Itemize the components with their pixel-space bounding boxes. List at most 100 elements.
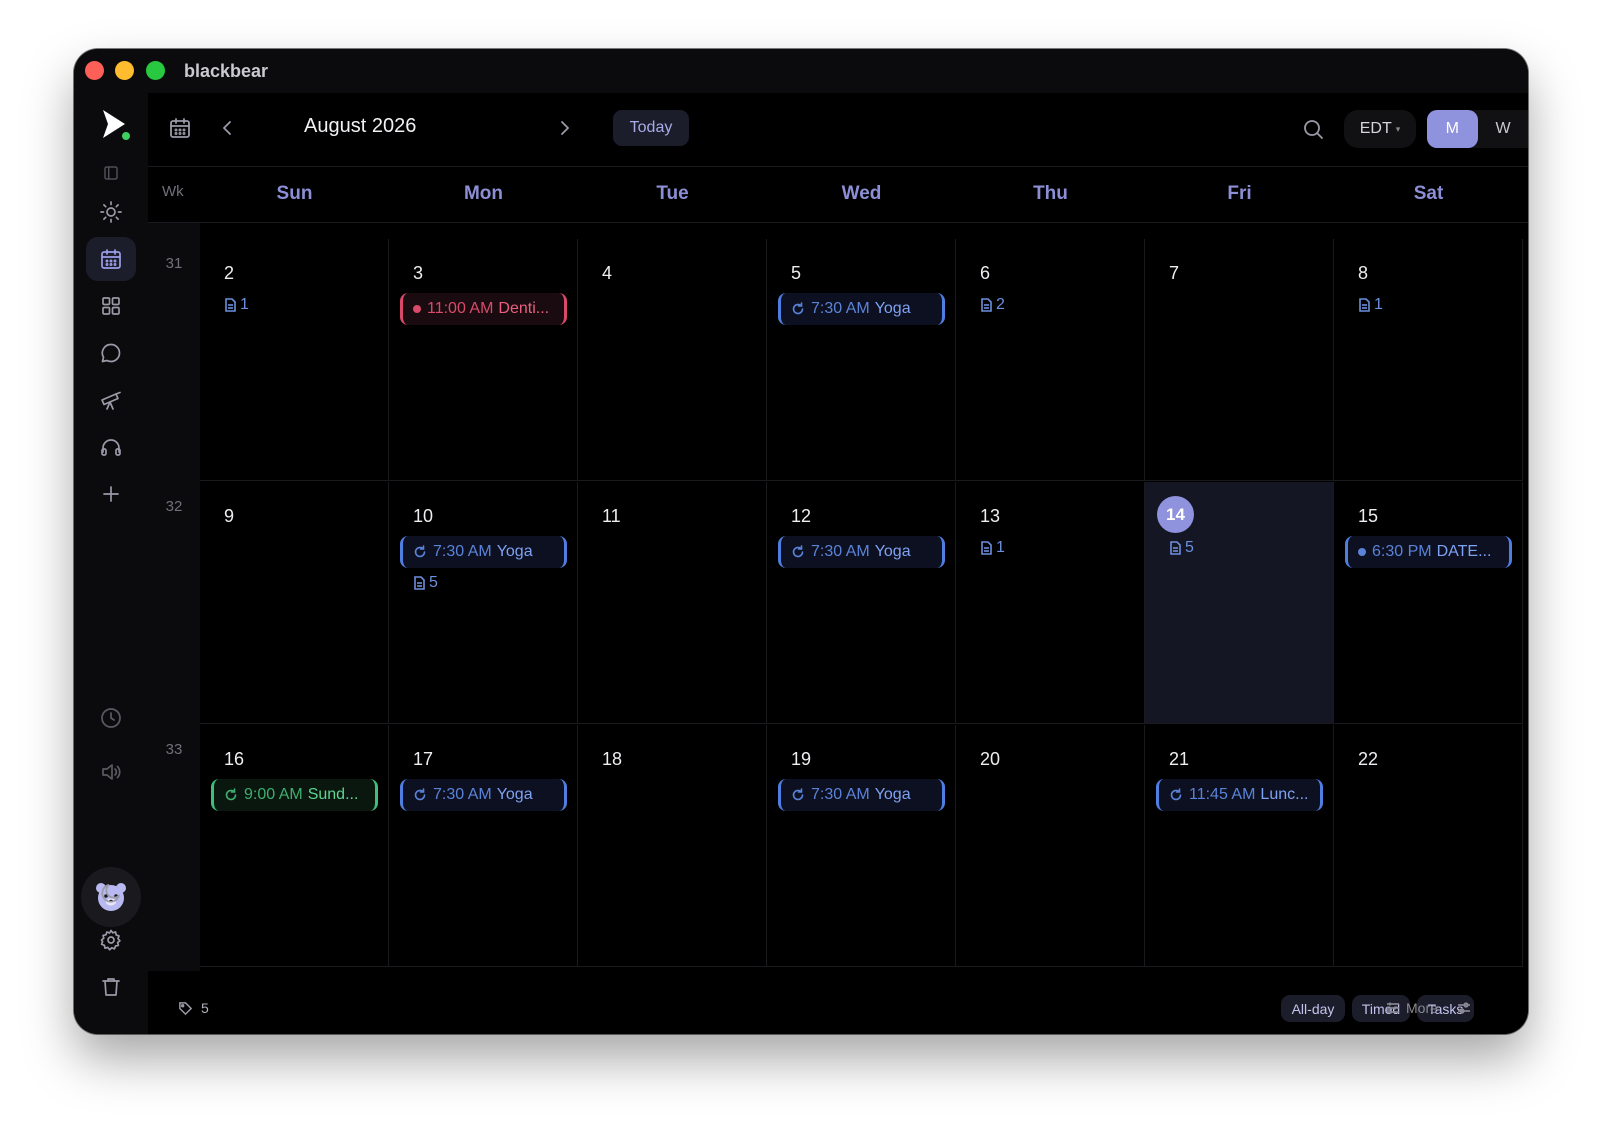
day-cell[interactable]: 22 [1334,725,1523,967]
date-number: 9 [224,506,235,526]
sidebar-item-today[interactable] [86,190,136,234]
day-cell[interactable]: 14 5 [1145,482,1334,724]
calendar-main: August 2026 Today EDT ▾ M W D Wk Sun Mon… [148,93,1528,1034]
dow-thu: Thu [1033,183,1068,204]
notes-count[interactable]: 5 [413,574,438,592]
mini-calendar-button[interactable] [168,116,192,140]
zoom-window-button[interactable] [146,61,165,80]
sidebar-item-calendar[interactable] [86,237,136,281]
event-chip[interactable]: 7:30 AM Yoga [778,779,945,811]
sidebar-item-chat[interactable] [86,331,136,375]
dow-tue: Tue [656,183,689,204]
previous-month-button[interactable] [218,118,238,138]
repeat-icon [791,788,805,802]
sidebar-item-apps[interactable] [86,284,136,328]
date-number: 4 [602,263,613,283]
day-cell[interactable]: 12 7:30 AM Yoga [767,482,956,724]
filter-all-day[interactable]: All-day [1281,995,1345,1022]
event-chip[interactable]: 7:30 AM Yoga [778,536,945,568]
notes-count[interactable]: 2 [980,296,1005,314]
day-cell[interactable]: 62 [956,239,1145,481]
tag-count-label: 5 [201,1000,209,1016]
display-options-button[interactable] [1457,1001,1471,1020]
day-cell[interactable]: 10 7:30 AM Yoga 5 [389,482,578,724]
grid-icon [102,297,120,315]
notes-count-label: 1 [996,539,1005,556]
day-cell[interactable]: 7 [1145,239,1334,481]
day-cell[interactable]: 15 6:30 PM DATE... [1334,482,1523,724]
date-number: 10 [413,506,434,526]
day-cell[interactable]: 3 11:00 AM Denti... [389,239,578,481]
event-dot-icon [413,305,421,313]
event-chip[interactable]: 9:00 AM Sund... [211,779,378,811]
notes-count[interactable]: 1 [1358,296,1383,314]
date-number: 17 [413,749,434,769]
event-chip[interactable]: 7:30 AM Yoga [400,536,567,568]
speaker-icon [102,764,121,780]
date-number: 2 [224,263,235,283]
week-number: 33 [165,741,183,758]
chevron-right-icon [561,121,569,135]
dark-mode-toggle[interactable] [86,871,136,915]
next-month-button[interactable] [554,118,574,138]
headphones-icon [101,439,121,456]
day-cell[interactable]: 21 11:45 AM Lunc... [1145,725,1334,967]
day-cell[interactable]: 21 [200,239,389,481]
note-icon [980,541,993,555]
notes-count-label: 1 [240,296,249,313]
sidebar-add-button[interactable] [86,472,136,516]
event-chip[interactable]: 7:30 AM Yoga [400,779,567,811]
day-cell[interactable]: 4 [578,239,767,481]
sidebar-item-sound[interactable] [86,750,136,794]
day-cell[interactable]: 16 9:00 AM Sund... [200,725,389,967]
day-cell[interactable]: 81 [1334,239,1523,481]
event-chip[interactable]: 6:30 PM DATE... [1345,536,1512,568]
repeat-icon [1169,788,1183,802]
dow-wed: Wed [841,183,882,204]
day-cell[interactable]: 5 7:30 AM Yoga [767,239,956,481]
month-view-button[interactable]: M [1427,110,1478,148]
telescope-icon [101,391,121,410]
event-chip[interactable]: 11:00 AM Denti... [400,293,567,325]
date-number: 8 [1358,263,1369,283]
sidebar-item-explore[interactable] [86,378,136,422]
date-number: 13 [980,506,1001,526]
clock-icon [101,708,121,728]
notes-count[interactable]: 1 [224,296,249,314]
day-cell[interactable]: 13 1 [956,482,1145,724]
settings-button[interactable] [86,918,136,962]
day-cell[interactable]: 18 [578,725,767,967]
notes-count[interactable]: 1 [980,539,1005,557]
timezone-label: EDT [1359,120,1392,137]
tag-filter-button[interactable]: 5 [178,1000,209,1016]
day-cell[interactable]: 17 7:30 AM Yoga [389,725,578,967]
event-time: 7:30 AM [433,543,492,560]
event-chip[interactable]: 11:45 AM Lunc... [1156,779,1323,811]
sun-icon [100,201,122,223]
notes-count-label: 2 [996,296,1005,313]
sidebar-item-history[interactable] [86,696,136,740]
trash-button[interactable] [86,965,136,1009]
day-cell[interactable]: 9 [200,482,389,724]
event-chip[interactable]: 7:30 AM Yoga [778,293,945,325]
sidebar-item-audio[interactable] [86,425,136,469]
day-cell[interactable]: 20 [956,725,1145,967]
sidebar-toggle-button[interactable] [86,151,136,195]
close-window-button[interactable] [85,61,104,80]
week-view-button[interactable]: W [1478,110,1528,148]
day-cell[interactable]: 11 [578,482,767,724]
today-button[interactable]: Today [613,110,689,146]
day-cell[interactable]: 19 7:30 AM Yoga [767,725,956,967]
minimize-window-button[interactable] [115,61,134,80]
repeat-icon [413,788,427,802]
notes-count[interactable]: 5 [1169,539,1194,557]
event-time: 7:30 AM [811,300,870,317]
note-icon [413,576,426,590]
event-time: 6:30 PM [1372,543,1432,560]
timezone-select[interactable]: EDT ▾ [1344,110,1416,148]
week-number: 31 [165,255,183,272]
chat-bubble-icon [101,343,121,363]
date-number: 7 [1169,263,1180,283]
more-filters-button[interactable]: More [1386,1000,1438,1016]
search-button[interactable] [1302,118,1324,140]
